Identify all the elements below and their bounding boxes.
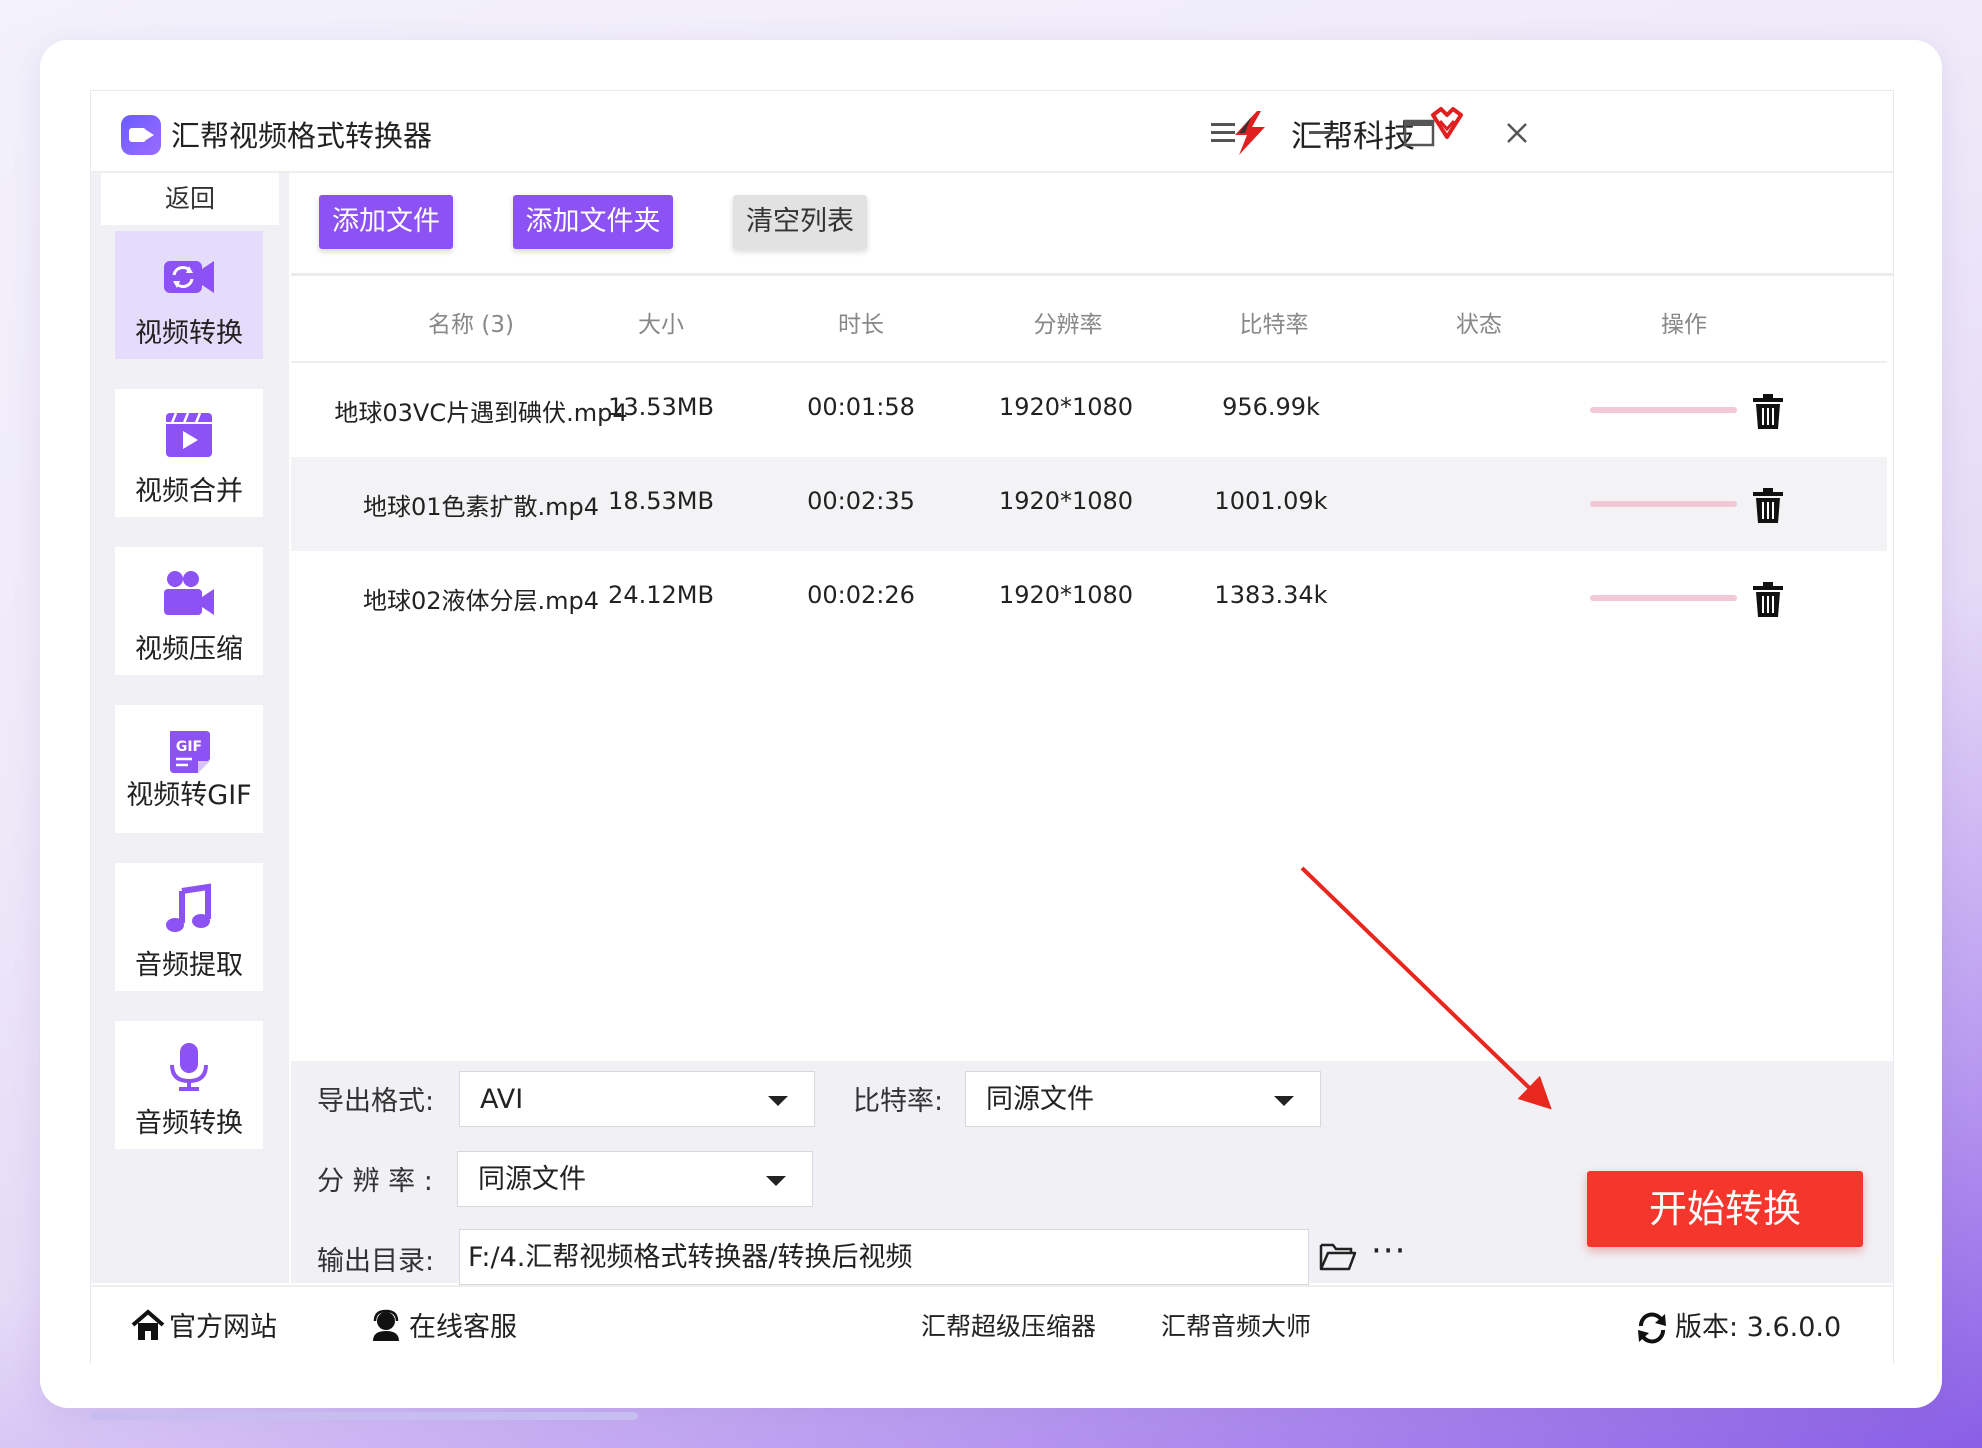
file-resolution: 1920*1080 (998, 487, 1134, 515)
toolbar: 添加文件 添加文件夹 清空列表 (291, 173, 1893, 276)
version-label: 版本: 3.6.0.0 (1675, 1312, 1842, 1343)
delete-icon[interactable] (1751, 487, 1785, 525)
bitrate-select[interactable]: 同源文件 (965, 1071, 1321, 1127)
add-folder-button[interactable]: 添加文件夹 (513, 195, 673, 249)
file-duration: 00:02:35 (807, 487, 915, 515)
video-merge-icon (166, 412, 212, 457)
column-header-bitrate: 比特率 (1239, 312, 1309, 338)
resolution-value: 同源文件 (478, 1164, 586, 1195)
microphone-icon (170, 1043, 208, 1091)
sidebar-item-video-compress[interactable]: 视频压缩 (115, 547, 263, 675)
sidebar-item-audio-extract[interactable]: 音频提取 (115, 863, 263, 991)
chevron-down-icon (768, 1096, 788, 1106)
file-bitrate: 1383.34k (1214, 581, 1328, 609)
file-duration: 00:02:26 (807, 581, 915, 609)
file-resolution: 1920*1080 (998, 393, 1134, 421)
folder-open-icon[interactable] (1319, 1241, 1357, 1271)
status-progress-bar (1590, 501, 1737, 507)
app-window: 汇帮视频格式转换器 汇帮科技 返回 视频转换 视频合并 视频压缩 GIF 视频转… (90, 90, 1894, 1365)
video-convert-icon (164, 261, 214, 293)
sidebar-item-audio-convert[interactable]: 音频转换 (115, 1021, 263, 1149)
output-dir-input[interactable]: F:/4.汇帮视频格式转换器/转换后视频 (459, 1229, 1309, 1285)
file-table-header: 名称 (3) 大小 时长 分辨率 比特率 状态 操作 (291, 279, 1887, 363)
sidebar-item-video-convert[interactable]: 视频转换 (115, 231, 263, 359)
file-duration: 00:01:58 (807, 393, 915, 421)
add-file-button[interactable]: 添加文件 (319, 195, 453, 249)
file-size: 24.12MB (608, 581, 714, 609)
scroll-hint-bar (90, 1412, 638, 1420)
sidebar-item-label: 视频合并 (135, 476, 243, 507)
audio-master-link[interactable]: 汇帮音频大师 (1161, 1307, 1311, 1343)
delete-icon[interactable] (1751, 393, 1785, 431)
video-compress-icon (164, 571, 214, 615)
official-website-link[interactable]: 官方网站 (169, 1305, 277, 1344)
column-header-status: 状态 (1456, 312, 1502, 338)
refresh-icon[interactable] (1635, 1311, 1669, 1345)
sidebar: 返回 视频转换 视频合并 视频压缩 GIF 视频转GIF 音频提取 音频转换 (91, 173, 289, 1283)
online-support-link[interactable]: 在线客服 (409, 1305, 517, 1344)
back-button[interactable]: 返回 (101, 173, 279, 225)
sidebar-item-label: 视频压缩 (135, 634, 243, 665)
column-header-name: 名称 (3) (428, 312, 514, 338)
column-header-size: 大小 (638, 312, 684, 338)
svg-text:GIF: GIF (176, 739, 202, 755)
maximize-icon[interactable] (1399, 113, 1439, 153)
more-options-button[interactable]: ··· (1371, 1231, 1406, 1271)
sidebar-item-label: 视频转换 (135, 318, 243, 349)
bitrate-value: 同源文件 (986, 1084, 1094, 1115)
column-header-resolution: 分辨率 (1033, 312, 1103, 338)
resolution-select[interactable]: 同源文件 (457, 1151, 813, 1207)
sidebar-item-video-merge[interactable]: 视频合并 (115, 389, 263, 517)
status-progress-bar (1590, 595, 1737, 601)
sidebar-item-label: 音频提取 (135, 950, 243, 981)
sidebar-item-label: 视频转GIF (126, 780, 252, 811)
chevron-down-icon (1274, 1096, 1294, 1106)
super-compressor-link[interactable]: 汇帮超级压缩器 (921, 1307, 1096, 1343)
start-convert-button[interactable]: 开始转换 (1587, 1171, 1863, 1247)
file-bitrate: 956.99k (1222, 393, 1320, 421)
menu-icon[interactable] (1203, 113, 1243, 153)
file-bitrate: 1001.09k (1214, 487, 1328, 515)
column-header-duration: 时长 (838, 312, 884, 338)
app-logo-icon (121, 115, 161, 155)
table-row[interactable]: 地球03VC片遇到碘伏.mp4 13.53MB 00:01:58 1920*10… (291, 363, 1887, 457)
minimize-icon[interactable] (1301, 113, 1341, 153)
gif-icon: GIF (170, 731, 210, 773)
format-value: AVI (480, 1084, 524, 1115)
sidebar-item-label: 音频转换 (135, 1108, 243, 1139)
output-dir-label: 输出目录: (317, 1246, 435, 1277)
table-row[interactable]: 地球01色素扩散.mp4 18.53MB 00:02:35 1920*1080 … (291, 457, 1887, 551)
bitrate-label: 比特率: (853, 1086, 944, 1117)
status-progress-bar (1590, 407, 1737, 413)
home-icon (131, 1309, 165, 1340)
music-note-icon (166, 883, 211, 932)
chevron-down-icon (766, 1176, 786, 1186)
customer-service-icon (373, 1309, 399, 1341)
format-select[interactable]: AVI (459, 1071, 815, 1127)
file-size: 18.53MB (608, 487, 714, 515)
clear-list-button[interactable]: 清空列表 (733, 195, 867, 249)
file-resolution: 1920*1080 (998, 581, 1134, 609)
app-title: 汇帮视频格式转换器 (171, 119, 433, 153)
footer-bar: 官方网站 在线客服 汇帮超级压缩器 汇帮音频大师 版本: 3.6.0.0 (91, 1285, 1893, 1365)
sidebar-item-video-to-gif[interactable]: GIF 视频转GIF (115, 705, 263, 833)
title-bar: 汇帮视频格式转换器 汇帮科技 (91, 91, 1893, 173)
delete-icon[interactable] (1751, 581, 1785, 619)
close-icon[interactable] (1497, 113, 1537, 153)
file-size: 13.53MB (608, 393, 714, 421)
export-settings-panel: 导出格式: AVI 比特率: 同源文件 分 辨 率 : 同源文件 输出目录: F… (291, 1061, 1893, 1285)
resolution-label: 分 辨 率 : (317, 1166, 433, 1197)
table-row[interactable]: 地球02液体分层.mp4 24.12MB 00:02:26 1920*1080 … (291, 551, 1887, 645)
format-label: 导出格式: (317, 1086, 435, 1117)
column-header-actions: 操作 (1661, 312, 1707, 338)
